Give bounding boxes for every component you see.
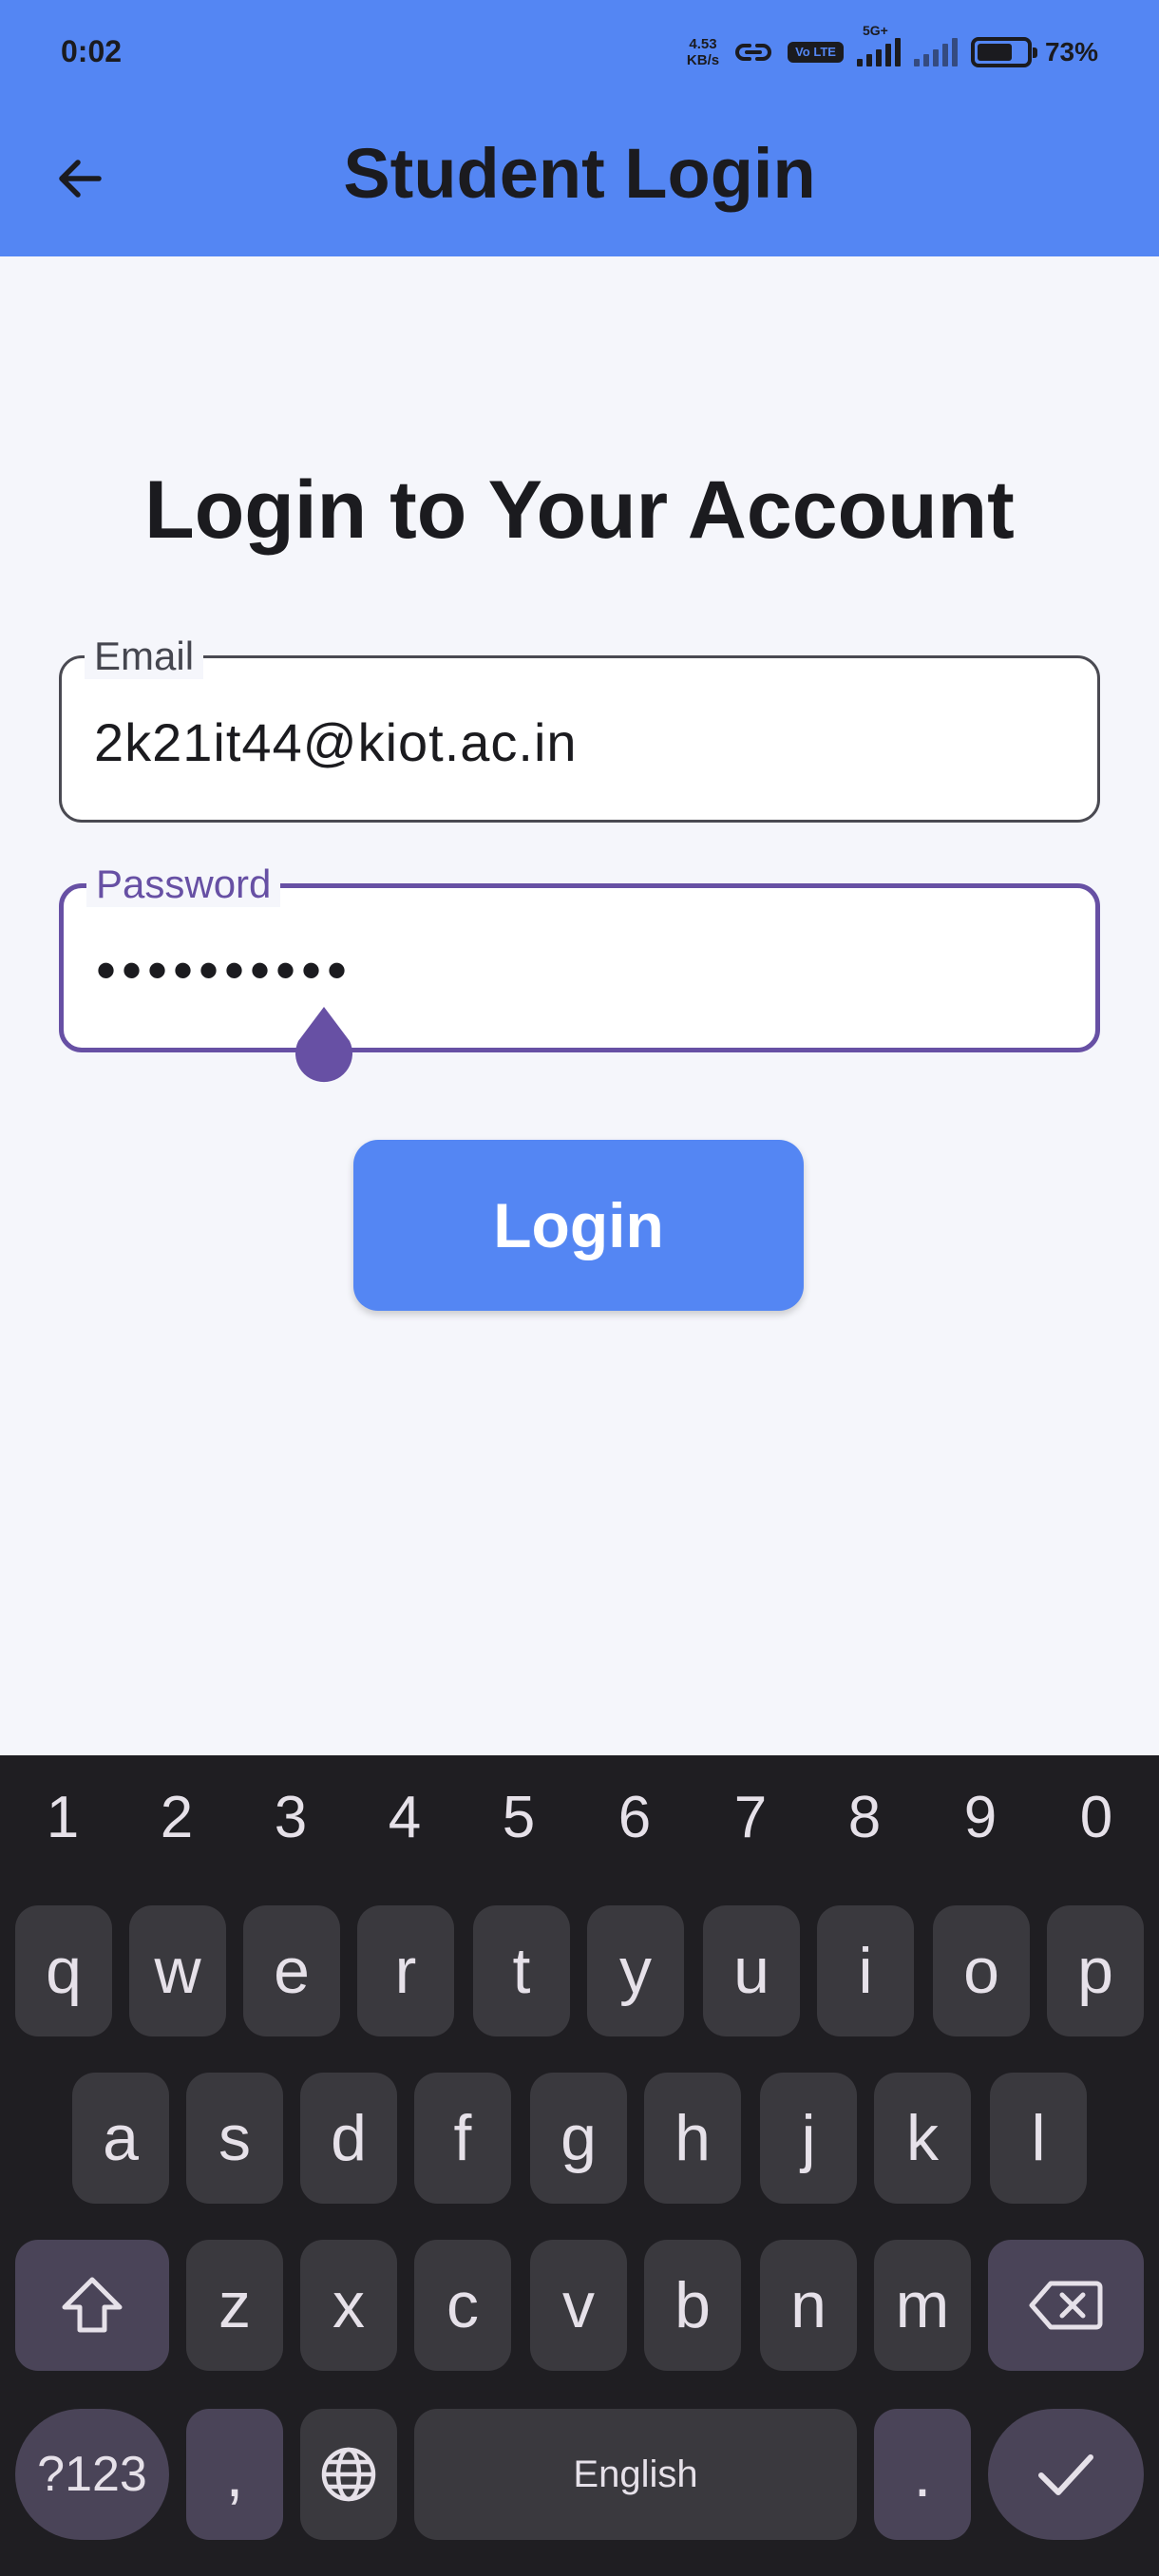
signal-strength-icon — [856, 38, 901, 66]
password-value[interactable]: •••••••••• — [96, 938, 352, 1003]
key-7[interactable]: 7 — [712, 1784, 788, 1851]
key-0[interactable]: 0 — [1058, 1784, 1134, 1851]
key-x[interactable]: x — [300, 2240, 397, 2371]
link-icon — [735, 44, 772, 61]
key-n[interactable]: n — [760, 2240, 857, 2371]
key-q[interactable]: q — [15, 1905, 112, 2036]
email-label: Email — [85, 634, 204, 679]
status-time: 0:02 — [61, 34, 123, 68]
checkmark-icon — [1038, 2454, 1093, 2495]
space-key[interactable]: English — [414, 2409, 857, 2540]
email-field[interactable]: Email 2k21it44@kiot.ac.in — [59, 634, 1100, 823]
key-d[interactable]: d — [300, 2073, 397, 2204]
key-1[interactable]: 1 — [25, 1784, 101, 1851]
key-j[interactable]: j — [760, 2073, 857, 2204]
key-p[interactable]: p — [1047, 1905, 1144, 2036]
key-9[interactable]: 9 — [942, 1784, 1018, 1851]
page-title: Student Login — [343, 134, 816, 213]
key-r[interactable]: r — [357, 1905, 454, 2036]
student-login-screen: 0:02 4.53 KB/s Vo LTE 5G+ 73% Student Lo… — [0, 0, 1159, 2576]
enter-key[interactable] — [988, 2409, 1144, 2540]
key-c[interactable]: c — [414, 2240, 511, 2371]
key-i[interactable]: i — [817, 1905, 914, 2036]
key-f[interactable]: f — [414, 2073, 511, 2204]
network-speed: 4.53 KB/s — [686, 36, 720, 68]
form-heading: Login to Your Account — [144, 464, 1015, 556]
signal-strength-2-icon — [913, 38, 958, 66]
status-icons: 4.53 KB/s Vo LTE 5G+ 73% — [686, 23, 1098, 76]
key-u[interactable]: u — [703, 1905, 800, 2036]
globe-icon — [321, 2447, 376, 2502]
key-t[interactable]: t — [473, 1905, 570, 2036]
key-m[interactable]: m — [874, 2240, 971, 2371]
key-a[interactable]: a — [72, 2073, 169, 2204]
key-6[interactable]: 6 — [597, 1784, 673, 1851]
key-l[interactable]: l — [990, 2073, 1087, 2204]
key-e[interactable]: e — [243, 1905, 340, 2036]
key-w[interactable]: w — [129, 1905, 226, 2036]
backspace-icon — [1029, 2281, 1103, 2330]
shift-arrow-icon — [62, 2277, 123, 2333]
symbols-key[interactable]: ?123 — [15, 2409, 169, 2540]
key-o[interactable]: o — [933, 1905, 1030, 2036]
password-field[interactable]: Password •••••••••• — [59, 862, 1100, 1052]
text-cursor-handle[interactable] — [293, 1005, 355, 1083]
battery-percent: 73% — [1044, 37, 1098, 66]
shift-key[interactable] — [15, 2240, 169, 2371]
volte-badge: Vo LTE — [788, 42, 844, 63]
key-k[interactable]: k — [874, 2073, 971, 2204]
period-key[interactable]: . — [874, 2409, 971, 2540]
backspace-key[interactable] — [988, 2240, 1144, 2371]
key-4[interactable]: 4 — [367, 1784, 443, 1851]
key-8[interactable]: 8 — [826, 1784, 902, 1851]
battery-icon — [970, 37, 1037, 67]
soft-keyboard: 1 2 3 4 5 6 7 8 9 0 q w e r t y u i o p … — [0, 1755, 1159, 2576]
key-g[interactable]: g — [530, 2073, 627, 2204]
app-bar: 0:02 4.53 KB/s Vo LTE 5G+ 73% Student Lo… — [0, 0, 1159, 256]
key-b[interactable]: b — [644, 2240, 741, 2371]
key-3[interactable]: 3 — [253, 1784, 329, 1851]
key-y[interactable]: y — [587, 1905, 684, 2036]
password-label: Password — [86, 862, 281, 907]
key-v[interactable]: v — [530, 2240, 627, 2371]
key-h[interactable]: h — [644, 2073, 741, 2204]
key-z[interactable]: z — [186, 2240, 283, 2371]
key-5[interactable]: 5 — [481, 1784, 557, 1851]
key-2[interactable]: 2 — [139, 1784, 215, 1851]
key-s[interactable]: s — [186, 2073, 283, 2204]
comma-key[interactable]: , — [186, 2409, 283, 2540]
language-key[interactable] — [300, 2409, 397, 2540]
email-value[interactable]: 2k21it44@kiot.ac.in — [94, 711, 578, 773]
login-button[interactable]: Login — [353, 1140, 804, 1311]
signal-5g: 5G+ — [856, 23, 901, 66]
keyboard-number-row: 1 2 3 4 5 6 7 8 9 0 — [0, 1784, 1159, 1869]
